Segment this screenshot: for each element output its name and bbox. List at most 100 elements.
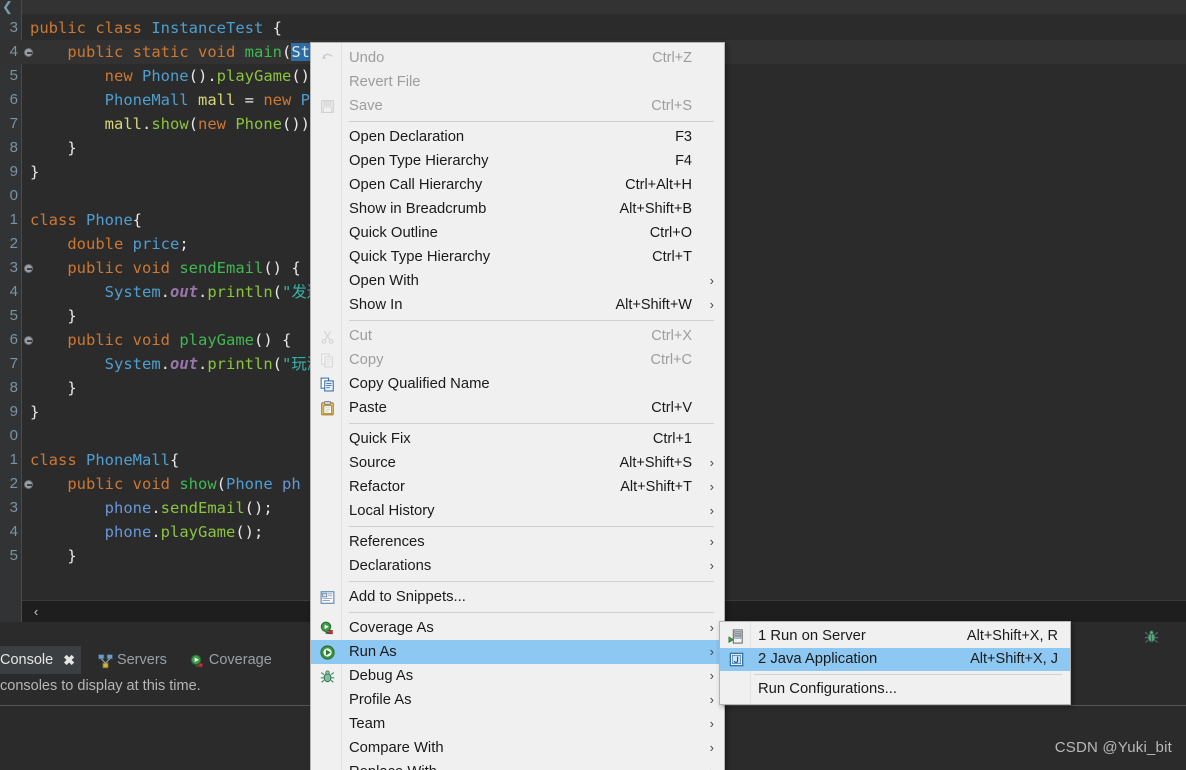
menu-item-shortcut: Ctrl+T [652,249,692,265]
save-icon [319,98,336,115]
menu-item-label: Coverage As [349,620,434,636]
menu-item-shortcut: Ctrl+Alt+H [625,177,692,193]
panel-tab-servers[interactable]: Servers [91,646,173,674]
menu-item-coverage-as[interactable]: Coverage As › [311,616,724,640]
submenu-item-run-configurations[interactable]: Run Configurations... [720,678,1070,701]
debug-icon [319,668,336,685]
menu-item-label: Show in Breadcrumb [349,201,487,217]
submenu-arrow-icon: › [709,479,714,494]
menu-item-open-call-hierarchy[interactable]: Open Call Hierarchy Ctrl+Alt+H [311,173,724,197]
menu-item-label: Undo [349,50,385,66]
code-text: } [30,139,77,157]
submenu-item-2-java-application[interactable]: 2 Java Application Alt+Shift+X, J [720,648,1070,671]
menu-item-label: Quick Fix [349,431,411,447]
menu-item-refactor[interactable]: Refactor Alt+Shift+T › [311,475,724,499]
menu-item-source[interactable]: Source Alt+Shift+S › [311,451,724,475]
menu-separator [349,612,714,613]
menu-item-label: Open Declaration [349,129,465,145]
code-text: phone.playGame(); [104,523,264,541]
menu-item-team[interactable]: Team › [311,712,724,736]
code-text: public void show(Phone ph [30,475,301,493]
menu-item-label: Quick Outline [349,225,438,241]
code-line[interactable]: 3 public class InstanceTest { [0,16,1186,40]
menu-item-open-declaration[interactable]: Open Declaration F3 [311,125,724,149]
menu-item-replace-with[interactable]: Replace With › [311,760,724,770]
panel-tab-console[interactable]: Console ✖ [0,646,81,674]
submenu-arrow-icon: › [709,644,714,659]
menu-item-shortcut: Alt+Shift+W [615,297,692,313]
menu-item-compare-with[interactable]: Compare With › [311,736,724,760]
code-text: } [30,307,77,325]
menu-item-label: Open Type Hierarchy [349,153,489,169]
code-text: double price; [30,235,189,253]
line-number: 2 [9,475,18,492]
menu-item-label: References [349,534,425,550]
menu-item-run-as[interactable]: Run As › [311,640,724,664]
close-icon[interactable]: ✖ [63,646,75,674]
menu-item-shortcut: Alt+Shift+S [619,455,692,471]
menu-item-shortcut: Ctrl+1 [652,431,692,447]
menu-item-shortcut: F4 [675,153,692,169]
line-number: 5 [9,547,18,564]
menu-separator [349,320,714,321]
snippets-icon [319,589,336,606]
menu-item-open-type-hierarchy[interactable]: Open Type Hierarchy F4 [311,149,724,173]
menu-item-local-history[interactable]: Local History › [311,499,724,523]
menu-item-undo: Undo Ctrl+Z [311,46,724,70]
submenu-separator [754,674,1062,675]
menu-item-label: Team [349,716,386,732]
menu-item-label: Run As [349,644,397,660]
menu-item-label: Show In [349,297,403,313]
menu-item-shortcut: Ctrl+S [651,98,692,114]
menu-item-copy-qualified-name[interactable]: Copy Qualified Name [311,372,724,396]
menu-item-profile-as[interactable]: Profile As › [311,688,724,712]
java-app-icon [728,651,745,668]
copy-icon [319,352,336,369]
submenu-arrow-icon: › [700,760,714,770]
line-number: 7 [9,115,18,132]
menu-item-references[interactable]: References › [311,530,724,554]
menu-item-label: Revert File [349,74,421,90]
panel-tab-label: Console [0,652,54,668]
code-text: System.out.println("玩游戏 [104,355,338,373]
menu-item-quick-type-hierarchy[interactable]: Quick Type Hierarchy Ctrl+T [311,245,724,269]
menu-item-label: Cut [349,328,373,344]
menu-item-label: Open With [349,273,419,289]
menu-item-quick-fix[interactable]: Quick Fix Ctrl+1 [311,427,724,451]
menu-item-open-with[interactable]: Open With › [311,269,724,293]
menu-item-show-in[interactable]: Show In Alt+Shift+W › [311,293,724,317]
code-text: phone.sendEmail(); [104,499,273,517]
menu-item-shortcut: Ctrl+O [649,225,692,241]
code-text: } [30,379,77,397]
menu-item-copy: Copy Ctrl+C [311,348,724,372]
menu-item-label: Source [349,455,396,471]
menu-item-shortcut: Ctrl+V [651,400,692,416]
code-text: } [30,547,77,565]
menu-item-quick-outline[interactable]: Quick Outline Ctrl+O [311,221,724,245]
scroll-left-arrow-icon[interactable]: ‹ [28,603,44,621]
menu-item-add-to-snippets[interactable]: Add to Snippets... [311,585,724,609]
menu-item-shortcut: F3 [675,129,692,145]
code-text: new Phone().playGame(); [30,67,320,85]
submenu-arrow-icon: › [709,692,714,707]
menu-item-shortcut: Alt+Shift+T [620,479,692,495]
submenu-arrow-icon: › [709,455,714,470]
copy-qualified-icon [319,376,336,393]
menu-item-show-in-breadcrumb[interactable]: Show in Breadcrumb Alt+Shift+B [311,197,724,221]
editor-context-menu[interactable]: Undo Ctrl+Z Revert File Save Ctrl+S Open Dec… [310,42,725,770]
panel-tab-coverage[interactable]: Coverage [183,646,278,674]
menu-item-paste[interactable]: Paste Ctrl+V [311,396,724,420]
fold-corner-icon: ❮ [2,0,13,14]
coverage-icon [319,620,336,637]
debug-bug-icon[interactable] [1143,628,1160,645]
menu-item-debug-as[interactable]: Debug As › [311,664,724,688]
menu-item-label: Quick Type Hierarchy [349,249,491,265]
code-text: System.out.println("发送邮 [104,283,338,301]
menu-item-label: Profile As [349,692,412,708]
submenu-item-1-run-on-server[interactable]: 1 Run on Server Alt+Shift+X, R [720,625,1070,648]
run-as-submenu[interactable]: 1 Run on Server Alt+Shift+X, R 2 Java App… [719,621,1071,705]
submenu-arrow-icon: › [709,716,714,731]
menu-item-declarations[interactable]: Declarations › [311,554,724,578]
menu-item-label: Save [349,98,383,114]
line-number: 5 [9,67,18,84]
